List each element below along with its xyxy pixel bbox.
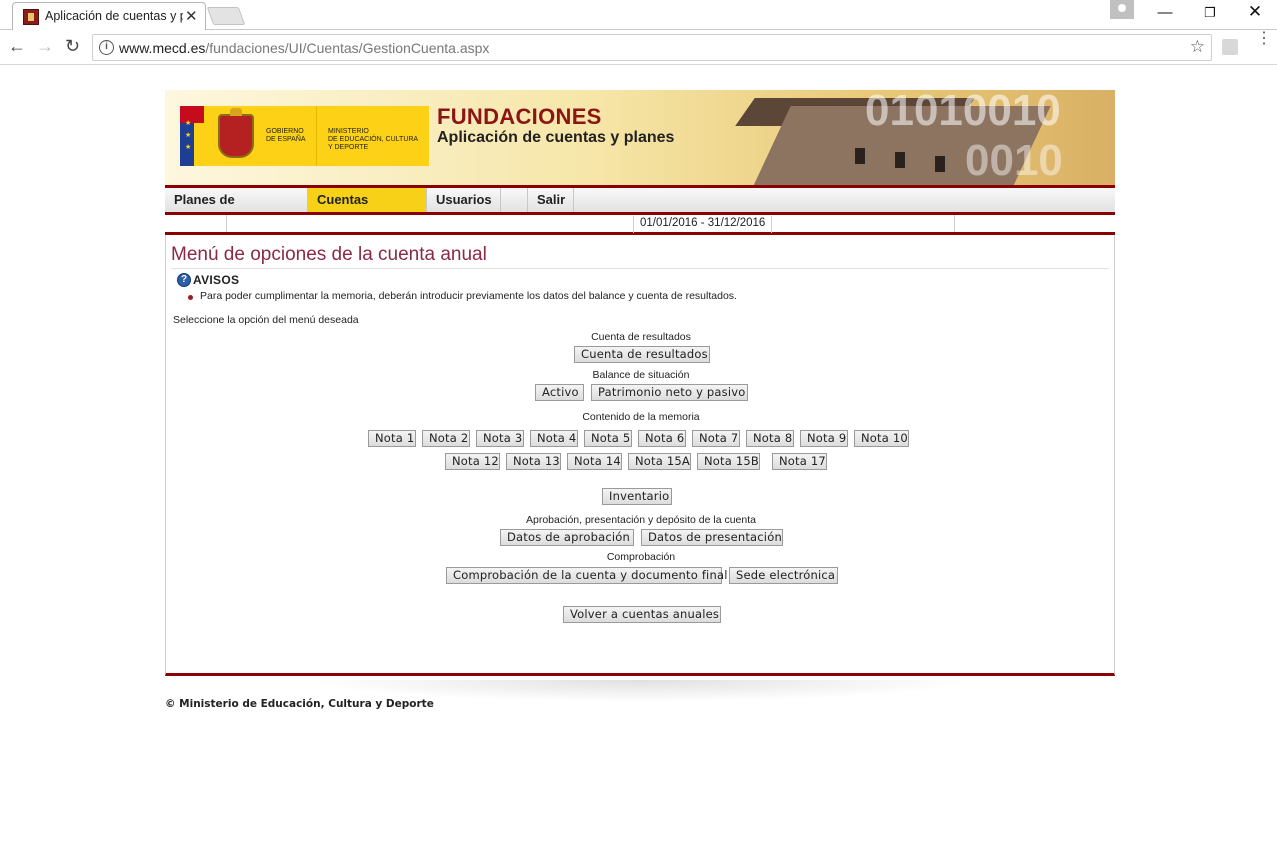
page-container: 01010010 0010 ★ ★ ★ GOBIERNO DE ESPAÑA MIN… bbox=[165, 90, 1115, 676]
nota-3-button[interactable]: Nota 3 bbox=[476, 430, 524, 447]
avisos-title: AVISOS bbox=[193, 273, 240, 287]
menu-cuentas-anuales[interactable]: Cuentas anuales bbox=[308, 188, 427, 231]
browser-tabstrip: Aplicación de cuentas y p ✕ — ❐ ✕ bbox=[0, 0, 1277, 30]
main-menu: Planes de actuación Cuentas anuales Usua… bbox=[165, 185, 1115, 231]
nota-14-button[interactable]: Nota 14 bbox=[567, 453, 622, 470]
gov-label: GOBIERNO DE ESPAÑA bbox=[266, 128, 306, 143]
nota-8-button[interactable]: Nota 8 bbox=[746, 430, 794, 447]
app-title: FUNDACIONES bbox=[437, 104, 602, 129]
nota-4-button[interactable]: Nota 4 bbox=[530, 430, 578, 447]
browser-tab[interactable]: Aplicación de cuentas y p ✕ bbox=[12, 2, 206, 30]
nota-2-button[interactable]: Nota 2 bbox=[422, 430, 470, 447]
ministry-label: MINISTERIO DE EDUCACIÓN, CULTURA Y DEPOR… bbox=[328, 128, 419, 151]
footer-copyright: © Ministerio de Educación, Cultura y Dep… bbox=[165, 698, 434, 710]
activo-button[interactable]: Activo bbox=[535, 384, 584, 401]
building-window bbox=[855, 148, 865, 164]
cuenta-resultados-button[interactable]: Cuenta de resultados bbox=[574, 346, 710, 363]
sede-electronica-button[interactable]: Sede electrónica bbox=[729, 567, 838, 584]
nota-1-button[interactable]: Nota 1 bbox=[368, 430, 416, 447]
nota-6-button[interactable]: Nota 6 bbox=[638, 430, 686, 447]
forward-arrow-icon[interactable]: → bbox=[36, 36, 54, 57]
site-info-icon[interactable]: i bbox=[99, 40, 114, 55]
binary-decoration: 01010010 bbox=[865, 90, 1061, 135]
nota-7-button[interactable]: Nota 7 bbox=[692, 430, 740, 447]
select-prompt: Seleccione la opción del menú deseada bbox=[173, 314, 359, 326]
app-subtitle: Aplicación de cuentas y planes bbox=[437, 129, 675, 146]
nota-13-button[interactable]: Nota 13 bbox=[506, 453, 561, 470]
window-close-button[interactable]: ✕ bbox=[1235, 2, 1275, 22]
back-arrow-icon[interactable]: ← bbox=[8, 36, 26, 57]
section-label-cuenta-resultados: Cuenta de resultados bbox=[591, 331, 691, 343]
nota-15a-button[interactable]: Nota 15A bbox=[628, 453, 691, 470]
menu-salir[interactable]: Salir bbox=[528, 188, 574, 212]
site-banner: 01010010 0010 ★ ★ ★ GOBIERNO DE ESPAÑA MIN… bbox=[165, 90, 1115, 185]
site-favicon-icon bbox=[23, 9, 39, 25]
datos-presentacion-button[interactable]: Datos de presentación bbox=[641, 529, 783, 546]
window-maximize-button[interactable]: ❐ bbox=[1190, 5, 1230, 21]
building-window bbox=[935, 156, 945, 172]
comprobacion-cuenta-button[interactable]: Comprobación de la cuenta y documento fi… bbox=[446, 567, 727, 584]
reload-icon[interactable]: ↻ bbox=[65, 36, 80, 57]
section-label-aprobacion: Aprobación, presentación y depósito de l… bbox=[526, 514, 756, 526]
window-minimize-button[interactable]: — bbox=[1145, 4, 1185, 21]
main-content: Menú de opciones de la cuenta anual ? AV… bbox=[165, 235, 1115, 676]
nota-9-button[interactable]: Nota 9 bbox=[800, 430, 848, 447]
nota-15b-button[interactable]: Nota 15B bbox=[697, 453, 760, 470]
menu-usuarios[interactable]: Usuarios bbox=[427, 188, 501, 212]
government-logo: ★ ★ ★ GOBIERNO DE ESPAÑA MINISTERIO DE EDU… bbox=[180, 106, 429, 166]
browser-menu-icon[interactable]: ⋮ bbox=[1256, 31, 1272, 47]
section-label-memoria: Contenido de la memoria bbox=[582, 411, 700, 423]
nota-10-button[interactable]: Nota 10 bbox=[854, 430, 909, 447]
building-window bbox=[895, 152, 905, 168]
binary-decoration: 0010 bbox=[965, 136, 1063, 185]
section-label-comprobacion: Comprobación bbox=[606, 551, 676, 563]
new-tab-button[interactable] bbox=[206, 7, 246, 25]
coat-of-arms-icon bbox=[218, 108, 254, 158]
browser-toolbar: ← → ↻ i www.mecd.es/fundaciones/UI/Cuent… bbox=[0, 31, 1277, 65]
nota-5-button[interactable]: Nota 5 bbox=[584, 430, 632, 447]
patrimonio-neto-pasivo-button[interactable]: Patrimonio neto y pasivo bbox=[591, 384, 748, 401]
avisos-message: Para poder cumplimentar la memoria, debe… bbox=[200, 290, 737, 302]
page-title: Menú de opciones de la cuenta anual bbox=[171, 244, 1109, 269]
nota-12-button[interactable]: Nota 12 bbox=[445, 453, 500, 470]
address-bar[interactable]: i www.mecd.es/fundaciones/UI/Cuentas/Ges… bbox=[92, 34, 1212, 61]
profile-icon[interactable] bbox=[1110, 0, 1134, 19]
bookmark-star-icon[interactable]: ☆ bbox=[1190, 37, 1205, 57]
extension-icon[interactable] bbox=[1222, 39, 1238, 55]
tab-title: Aplicación de cuentas y p bbox=[45, 9, 183, 23]
inventario-button[interactable]: Inventario bbox=[602, 488, 672, 505]
bullet-icon bbox=[188, 295, 193, 300]
tab-close-icon[interactable]: ✕ bbox=[185, 7, 198, 25]
datos-aprobacion-button[interactable]: Datos de aprobación bbox=[500, 529, 634, 546]
account-info-bar: 01/01/2016 - 31/12/2016 bbox=[165, 212, 1115, 235]
help-icon: ? bbox=[177, 273, 191, 287]
nota-17-button[interactable]: Nota 17 bbox=[772, 453, 827, 470]
volver-cuentas-anuales-button[interactable]: Volver a cuentas anuales bbox=[563, 606, 721, 623]
account-period: 01/01/2016 - 31/12/2016 bbox=[633, 216, 773, 233]
section-label-balance: Balance de situación bbox=[592, 369, 690, 381]
menu-planes-actuacion[interactable]: Planes de actuación bbox=[165, 188, 308, 231]
url-text[interactable]: www.mecd.es/fundaciones/UI/Cuentas/Gesti… bbox=[119, 40, 489, 56]
